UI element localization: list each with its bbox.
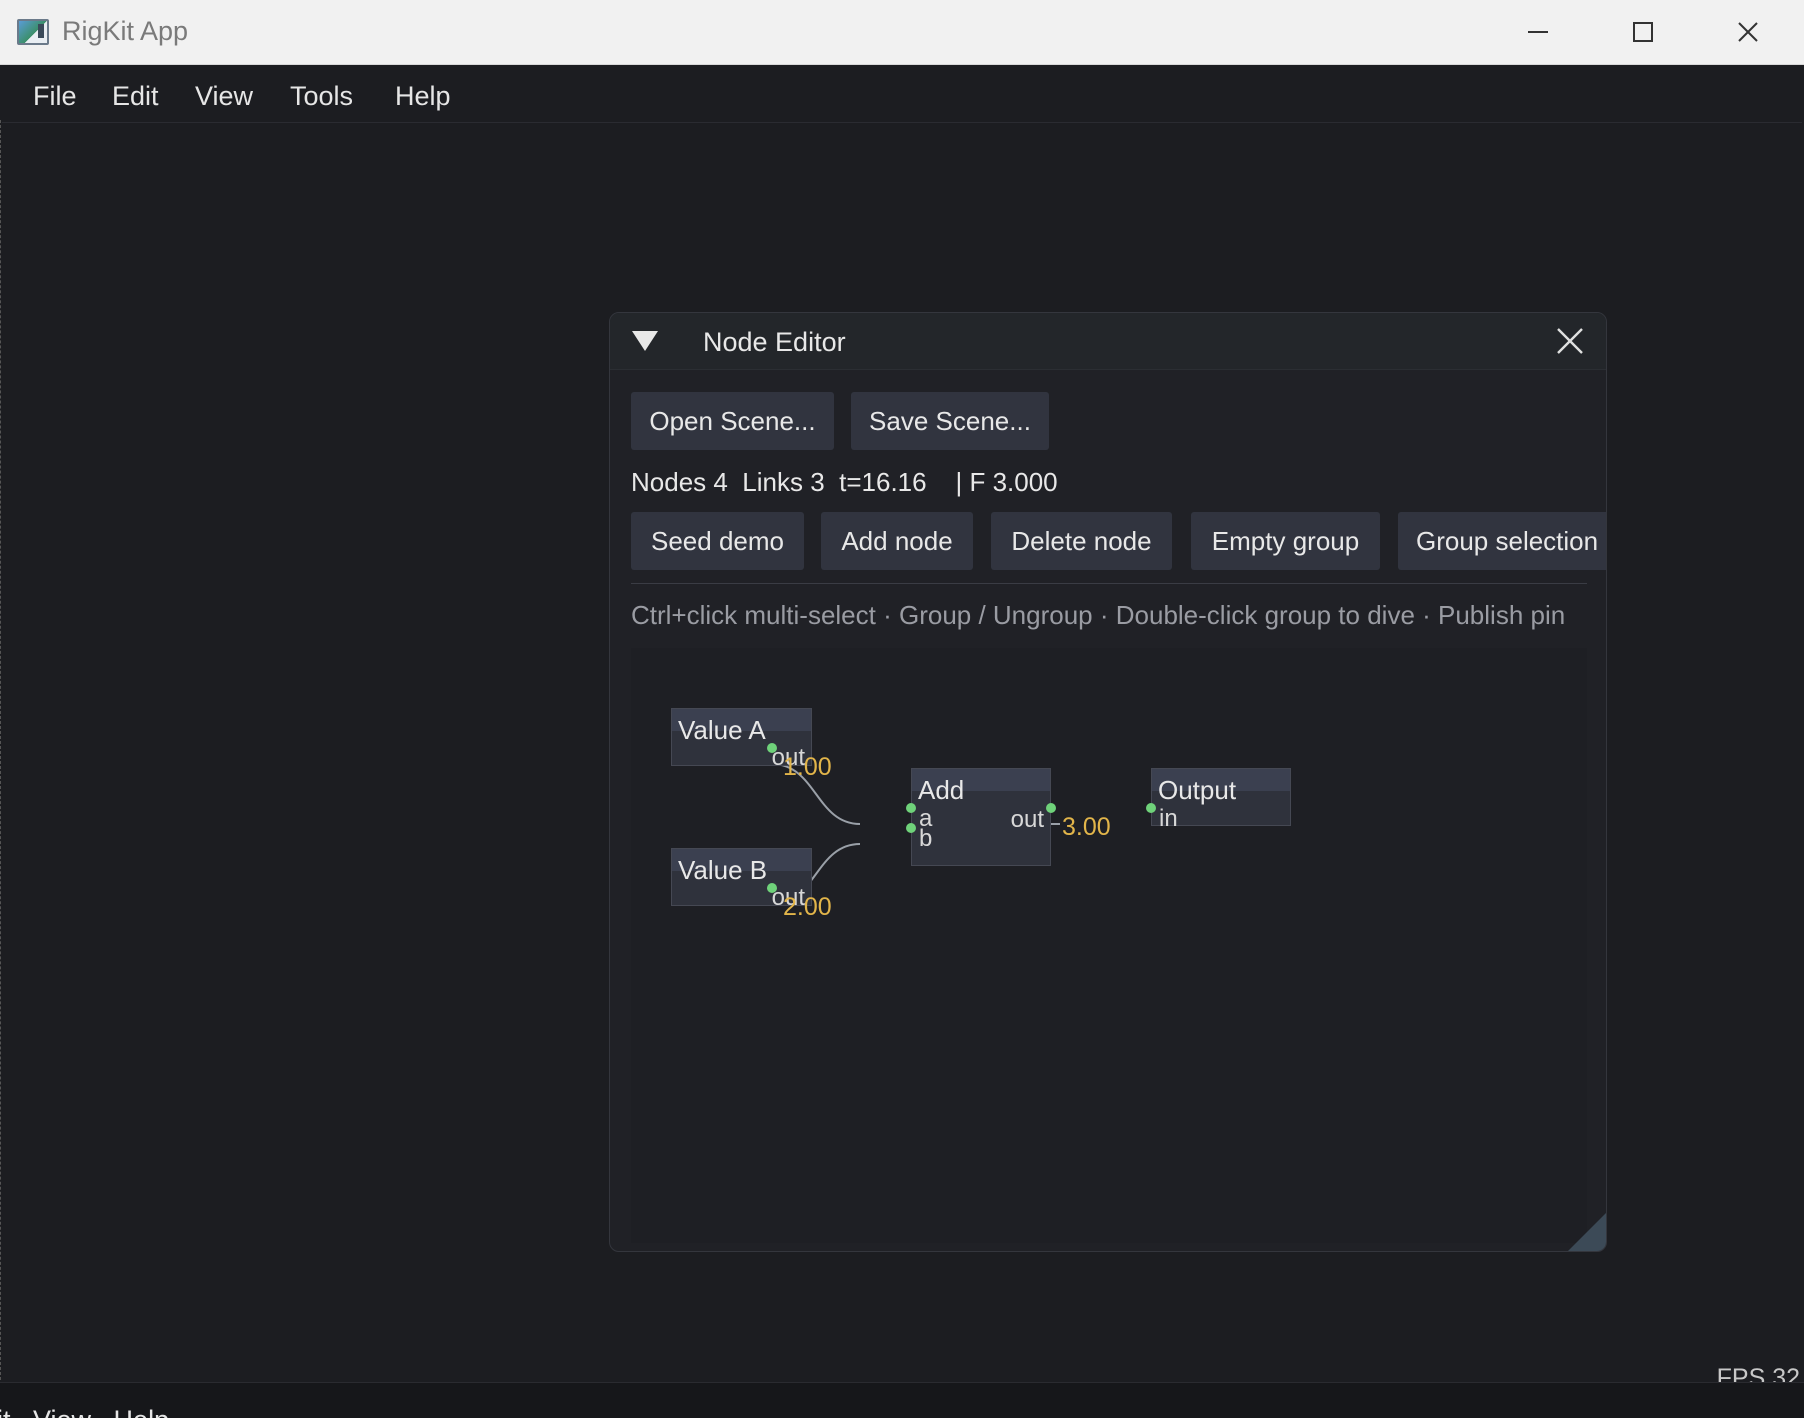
- panel-title: Node Editor: [703, 327, 846, 357]
- partial-menu-text: dit View Help: [0, 1405, 169, 1418]
- window-title: RigKit App: [62, 16, 189, 46]
- pin-out-value-b[interactable]: [767, 883, 777, 893]
- app-icon: [17, 19, 49, 45]
- collapse-arrow-icon[interactable]: [632, 331, 658, 351]
- save-scene-button[interactable]: Save Scene...: [851, 392, 1049, 450]
- window-titlebar: RigKit App: [0, 0, 1804, 65]
- node-editor-header[interactable]: Node Editor: [610, 313, 1606, 370]
- empty-group-button[interactable]: Empty group: [1191, 512, 1380, 570]
- menu-view[interactable]: View: [195, 81, 253, 112]
- panel-close-button[interactable]: [1554, 325, 1586, 357]
- node-output[interactable]: Output in: [1151, 768, 1291, 832]
- node-graph-canvas[interactable]: Value A out 1.00 Value B out 2.00 Add a …: [631, 648, 1587, 1243]
- separator: [631, 583, 1587, 584]
- menu-file[interactable]: File: [33, 81, 77, 112]
- value-label-b: 2.00: [783, 893, 832, 921]
- add-node-button[interactable]: Add node: [821, 512, 973, 570]
- window-edge: [0, 120, 3, 1380]
- pin-in-a[interactable]: [906, 803, 916, 813]
- delete-node-button[interactable]: Delete node: [991, 512, 1172, 570]
- pin-out-value-a[interactable]: [767, 743, 777, 753]
- close-icon: [1557, 328, 1583, 354]
- menu-help[interactable]: Help: [395, 81, 451, 112]
- group-selection-button[interactable]: Group selection: [1398, 512, 1606, 570]
- seed-demo-button[interactable]: Seed demo: [631, 512, 804, 570]
- pin-in-output[interactable]: [1146, 803, 1156, 813]
- value-label-a: 1.00: [783, 753, 832, 781]
- node-add[interactable]: Add a b out: [911, 768, 1051, 866]
- menu-edit[interactable]: Edit: [112, 81, 159, 112]
- resize-grip[interactable]: [1568, 1213, 1606, 1251]
- node-title: Value B: [678, 855, 768, 885]
- value-label-add: 3.00: [1062, 813, 1111, 841]
- node-title: Value A: [678, 715, 766, 745]
- open-scene-button[interactable]: Open Scene...: [631, 392, 834, 450]
- status-line: Nodes 4 Links 3 t=16.16 | F 3.000: [631, 467, 1058, 497]
- pin-label-out: out: [1010, 806, 1044, 833]
- minimize-icon: [1528, 31, 1548, 33]
- pin-label-b: b: [919, 825, 933, 852]
- hint-text: Ctrl+click multi-select · Group / Ungrou…: [631, 600, 1566, 630]
- maximize-button[interactable]: [1613, 10, 1673, 54]
- pin-out-add[interactable]: [1046, 803, 1056, 813]
- pin-in-b[interactable]: [906, 823, 916, 833]
- close-icon: [1738, 22, 1758, 42]
- menu-tools[interactable]: Tools: [290, 81, 353, 112]
- node-title: Add: [918, 775, 965, 805]
- node-editor-panel: Node Editor Open Scene... Save Scene... …: [609, 312, 1607, 1252]
- bottom-strip: dit View Help: [0, 1382, 1804, 1418]
- menubar: File Edit View Tools Help: [2, 65, 1802, 123]
- node-title: Output: [1158, 775, 1237, 805]
- close-window-button[interactable]: [1718, 10, 1778, 54]
- pin-label-in: in: [1159, 805, 1178, 832]
- minimize-button[interactable]: [1508, 10, 1568, 54]
- maximize-icon: [1633, 22, 1653, 42]
